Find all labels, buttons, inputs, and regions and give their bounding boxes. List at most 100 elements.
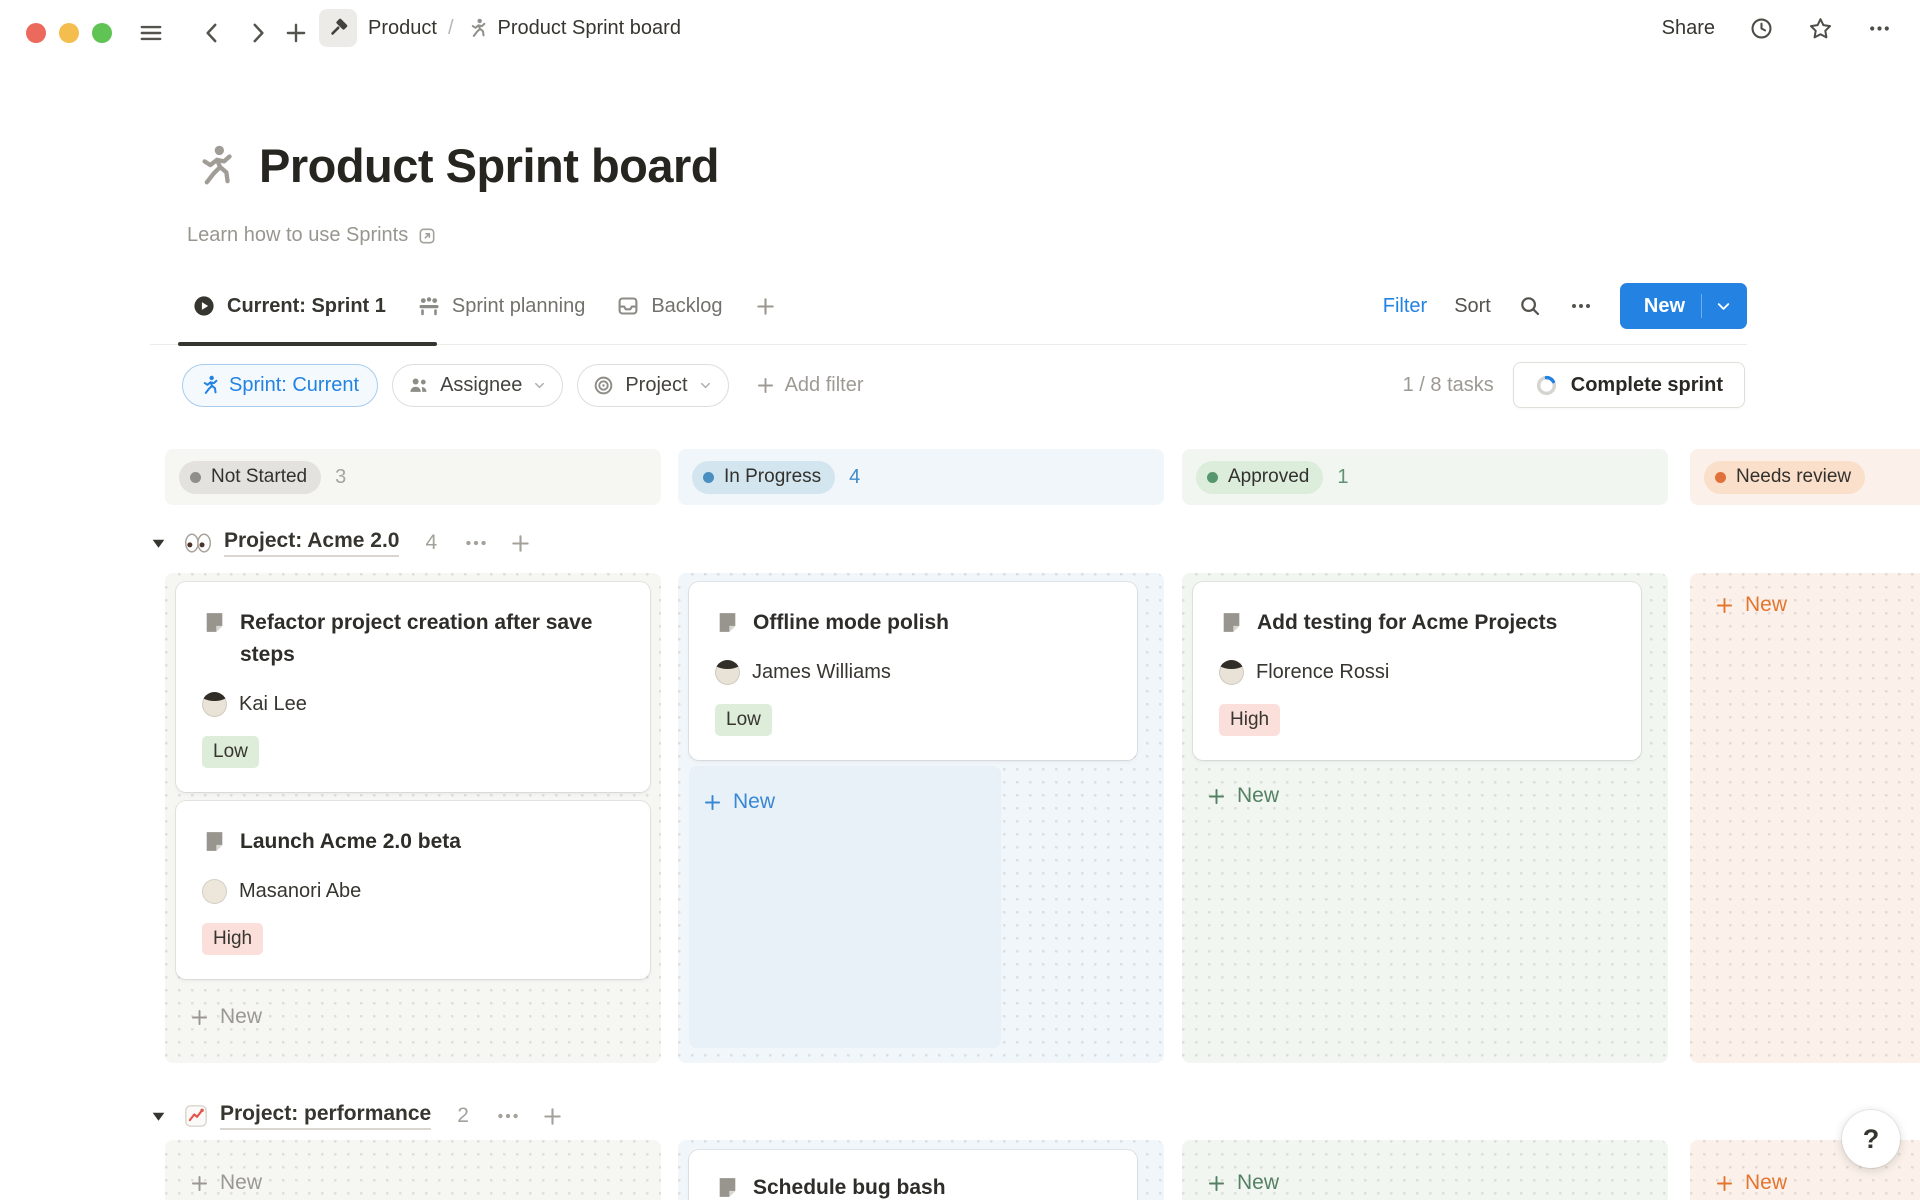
more-options-icon[interactable] — [1867, 16, 1892, 41]
page-icon — [715, 610, 740, 639]
add-filter-button[interactable]: Add filter — [755, 374, 864, 397]
group-title[interactable]: Project: performance — [220, 1102, 431, 1130]
column-header-in-progress[interactable]: In Progress 4 — [678, 449, 1164, 505]
plus-icon — [755, 375, 776, 396]
status-dot — [703, 472, 714, 483]
tab-current-sprint[interactable]: Current: Sprint 1 — [192, 294, 386, 318]
tab-label: Sprint planning — [452, 295, 585, 318]
breadcrumb-page[interactable]: Product Sprint board — [498, 17, 681, 40]
sort-button[interactable]: Sort — [1454, 295, 1491, 318]
assignee-name: Kai Lee — [239, 693, 307, 716]
app-window: Product / Product Sprint board Share Pro… — [0, 0, 1920, 1200]
sprint-filter-pill[interactable]: Sprint: Current — [182, 364, 378, 407]
minimize-window-button[interactable] — [59, 23, 79, 43]
chart-emoji-icon — [183, 1103, 209, 1129]
sidebar-toggle-icon[interactable] — [138, 20, 164, 46]
assignee-filter-pill[interactable]: Assignee — [392, 364, 563, 407]
status-pill-needs-review[interactable]: Needs review — [1704, 461, 1865, 494]
sprints-help-link[interactable]: Learn how to use Sprints — [187, 224, 437, 247]
column-count: 3 — [335, 466, 346, 489]
new-task-button-label: New — [1644, 295, 1685, 318]
zoom-window-button[interactable] — [92, 23, 112, 43]
new-page-icon[interactable] — [283, 20, 309, 46]
search-icon[interactable] — [1518, 294, 1542, 318]
tab-backlog[interactable]: Backlog — [616, 294, 722, 318]
page-icon — [202, 610, 227, 671]
priority-badge: Low — [202, 736, 259, 768]
new-card-label: New — [733, 790, 775, 814]
column-header-needs-review[interactable]: Needs review — [1690, 449, 1920, 505]
project-filter-pill[interactable]: Project — [577, 364, 728, 407]
group-add-icon[interactable] — [541, 1105, 564, 1128]
group-add-icon[interactable] — [509, 532, 532, 555]
task-card[interactable]: Schedule bug bash — [689, 1150, 1137, 1200]
page-header: Product Sprint board — [188, 138, 719, 193]
breadcrumb-root[interactable]: Product — [368, 17, 437, 40]
status-pill-in-progress[interactable]: In Progress — [692, 461, 835, 494]
group-more-icon[interactable] — [463, 530, 489, 556]
priority-badge: Low — [715, 704, 772, 736]
task-title: Add testing for Acme Projects — [1257, 607, 1557, 639]
back-icon[interactable] — [199, 20, 225, 46]
status-pill-approved[interactable]: Approved — [1196, 461, 1323, 494]
new-card-button[interactable]: New — [1701, 583, 1920, 627]
group-count: 4 — [425, 531, 437, 555]
complete-sprint-label: Complete sprint — [1571, 374, 1723, 397]
group-header-acme: Project: Acme 2.0 4 — [150, 520, 532, 566]
avatar — [1219, 660, 1244, 685]
history-clock-icon[interactable] — [1749, 16, 1774, 41]
tasks-progress-label: 1 / 8 tasks — [1403, 374, 1494, 397]
filter-button[interactable]: Filter — [1383, 295, 1427, 318]
new-card-label: New — [1237, 1171, 1279, 1195]
task-card[interactable]: Add testing for Acme Projects Florence R… — [1193, 582, 1641, 760]
add-view-icon[interactable] — [754, 295, 777, 318]
collapse-triangle-icon[interactable] — [150, 1108, 167, 1125]
tab-sprint-planning[interactable]: Sprint planning — [417, 294, 585, 318]
board-cell-performance-approved: New — [1182, 1140, 1668, 1200]
new-card-label: New — [1237, 784, 1279, 808]
task-card[interactable]: Refactor project creation after save ste… — [176, 582, 650, 792]
page-runner-icon[interactable] — [188, 142, 235, 189]
favorite-star-icon[interactable] — [1808, 16, 1833, 41]
column-header-not-started[interactable]: Not Started 3 — [165, 449, 661, 505]
page-title[interactable]: Product Sprint board — [259, 138, 719, 193]
new-card-button[interactable]: New — [1193, 774, 1668, 818]
column-header-approved[interactable]: Approved 1 — [1182, 449, 1668, 505]
board-cell-acme-in-progress: Offline mode polish James Williams Low N… — [678, 573, 1164, 1063]
runner-icon — [465, 17, 487, 39]
plus-icon — [1206, 1173, 1227, 1194]
new-task-button[interactable]: New — [1620, 283, 1747, 329]
new-card-button[interactable]: New — [176, 995, 661, 1039]
play-circle-icon — [192, 294, 216, 318]
task-title: Schedule bug bash — [753, 1172, 946, 1200]
group-more-icon[interactable] — [495, 1103, 521, 1129]
group-title[interactable]: Project: Acme 2.0 — [224, 529, 399, 557]
task-card[interactable]: Offline mode polish James Williams Low — [689, 582, 1137, 760]
priority-badge: High — [1219, 704, 1280, 736]
task-card[interactable]: Launch Acme 2.0 beta Masanori Abe High — [176, 801, 650, 979]
new-card-button[interactable]: New — [1701, 1161, 1920, 1200]
add-filter-label: Add filter — [785, 374, 864, 397]
progress-ring-icon — [1535, 374, 1558, 397]
external-link-icon — [417, 226, 437, 246]
priority-badge: High — [202, 923, 263, 955]
group-header-performance: Project: performance 2 — [150, 1093, 564, 1139]
new-card-button[interactable]: New — [1193, 1161, 1668, 1200]
forward-icon[interactable] — [245, 20, 271, 46]
view-more-icon[interactable] — [1569, 294, 1593, 318]
help-button[interactable]: ? — [1842, 1110, 1900, 1168]
collapse-triangle-icon[interactable] — [150, 535, 167, 552]
complete-sprint-button[interactable]: Complete sprint — [1513, 362, 1745, 408]
share-button[interactable]: Share — [1662, 17, 1715, 40]
close-window-button[interactable] — [26, 23, 46, 43]
new-card-button[interactable]: New — [176, 1161, 661, 1200]
task-title: Offline mode polish — [753, 607, 949, 639]
status-dot — [1715, 472, 1726, 483]
status-pill-not-started[interactable]: Not Started — [179, 461, 321, 494]
workspace-hammer-icon[interactable] — [319, 9, 357, 47]
active-tab-underline — [178, 342, 437, 346]
board-cell-acme-not-started: Refactor project creation after save ste… — [165, 573, 661, 1063]
board-cell-performance-not-started: New — [165, 1140, 661, 1200]
plus-icon — [1714, 1173, 1735, 1194]
new-card-button[interactable]: New — [689, 780, 1001, 824]
